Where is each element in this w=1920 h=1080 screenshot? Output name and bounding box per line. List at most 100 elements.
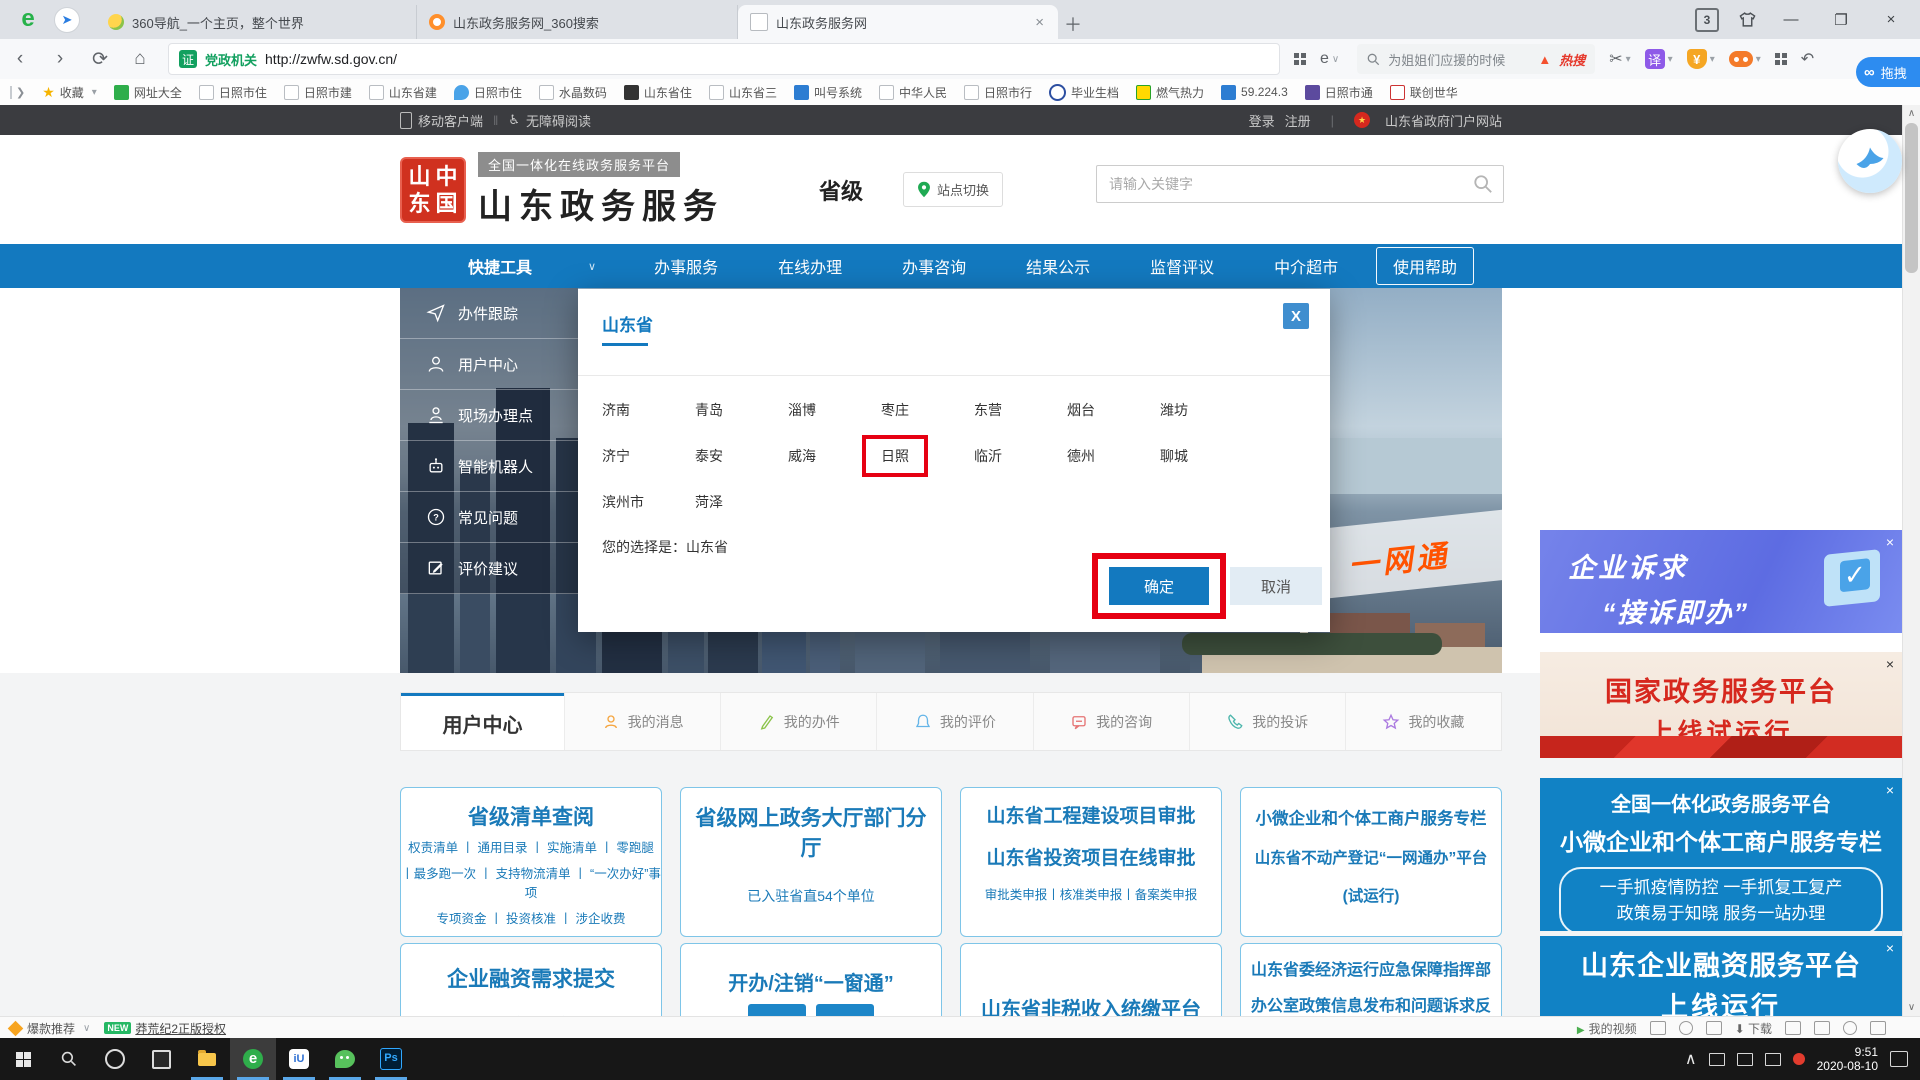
floating-bird-logo[interactable] (1838, 129, 1902, 193)
sidebar-item-robot[interactable]: 智能机器人 (400, 441, 578, 492)
taskbar-clock[interactable]: 9:51 2020-08-10 (1817, 1045, 1878, 1073)
tab-my-favorites[interactable]: 我的收藏 (1345, 693, 1501, 750)
card-checklist[interactable]: 省级清单查阅 权责清单 丨 通用目录 丨 实施清单 丨 零跑腿 丨最多跑一次 丨… (400, 787, 662, 937)
bookmark-item[interactable]: 水晶数码 (539, 84, 607, 101)
url-text[interactable]: http://zwfw.sd.gov.cn/ (265, 51, 397, 67)
hot-search-tag[interactable]: 热搜 (1559, 50, 1585, 69)
card-links[interactable]: 丨最多跑一次 丨 支持物流清单 丨 “一次办好”事项 (401, 865, 661, 903)
tab-my-messages[interactable]: 我的消息 (564, 693, 720, 750)
tab-my-reviews[interactable]: 我的评价 (876, 693, 1032, 750)
close-icon[interactable]: × (1886, 534, 1894, 550)
baidu-netdisk-drag-badge[interactable]: ∞ 拖拽 (1856, 57, 1920, 87)
iu-app-button[interactable]: iU (276, 1038, 322, 1080)
card-links[interactable]: 审批类申报丨核准类申报丨备案类申报 (961, 886, 1221, 905)
gov-portal-link[interactable]: 山东省政府门户网站 (1385, 111, 1502, 130)
close-icon[interactable]: × (1886, 940, 1894, 956)
bookmark-item[interactable]: 日照市住 (199, 84, 267, 101)
browser-360-button[interactable]: e (230, 1038, 276, 1080)
task-view-button[interactable] (138, 1038, 184, 1080)
city-qingdao[interactable]: 青岛 (695, 387, 788, 433)
city-jining[interactable]: 济宁 (602, 433, 695, 479)
modal-close-button[interactable]: X (1283, 303, 1309, 329)
favorites-menu[interactable]: ★ 收藏 ▾ (42, 84, 97, 101)
cancel-button[interactable]: 取消 (1230, 567, 1322, 605)
start-button[interactable] (0, 1038, 46, 1080)
login-link[interactable]: 登录 (1249, 111, 1275, 130)
bookmarks-panel-toggle-icon[interactable]: ❯ (10, 86, 25, 99)
city-liaocheng[interactable]: 聊城 (1160, 433, 1253, 479)
bookmark-item[interactable]: 联创世华 (1390, 84, 1458, 101)
taskbar-search-button[interactable] (46, 1038, 92, 1080)
bookmark-item[interactable]: 中华人民 (879, 84, 947, 101)
bookmark-item[interactable]: 日照市建 (284, 84, 352, 101)
site-switch-button[interactable]: 站点切换 (903, 172, 1003, 207)
site-brand[interactable]: 全国一体化在线政务服务平台 山东政务服务 (478, 152, 724, 228)
nav-quick-tools[interactable]: 快捷工具 (400, 254, 588, 278)
tab-user-center[interactable]: 用户中心 (401, 693, 564, 750)
usb-tray-icon[interactable] (1737, 1053, 1753, 1066)
tab-my-consults[interactable]: 我的咨询 (1033, 693, 1189, 750)
city-zibo[interactable]: 淄博 (788, 387, 881, 433)
accessible-reading-link[interactable]: 无障碍阅读 (526, 111, 591, 130)
city-taian[interactable]: 泰安 (695, 433, 788, 479)
nav-item-help[interactable]: 使用帮助 (1376, 247, 1474, 285)
site-category-label[interactable]: 党政机关 (205, 50, 257, 69)
sidebar-item-feedback[interactable]: 评价建议 (400, 543, 578, 594)
monitor-tray-icon[interactable] (1709, 1053, 1725, 1066)
my-video-button[interactable]: ▶我的视频 (1577, 1020, 1637, 1037)
speed-dial-icon[interactable]: ➤ (54, 7, 80, 33)
window-tool-icon[interactable] (1785, 1021, 1801, 1035)
bookmark-item[interactable]: 59.224.3 (1221, 85, 1288, 100)
bookmark-item[interactable]: 网址大全 (114, 84, 182, 101)
card-one-window[interactable]: 开办/注销“一窗通” (680, 943, 942, 1016)
tab-zwfw-active[interactable]: 山东政务服务网 × (738, 5, 1058, 39)
file-explorer-button[interactable] (184, 1038, 230, 1080)
sidebar-item-service-points[interactable]: 现场办理点 (400, 390, 578, 441)
card-links[interactable]: 专项资金 丨 投资核准 丨 涉企收费 (401, 910, 661, 929)
card-chip-button[interactable] (816, 1004, 874, 1016)
site-search-input[interactable] (1097, 176, 1473, 192)
banner-enterprise-appeal[interactable]: × 企业诉求 “接诉即办” (1540, 530, 1902, 633)
sidebar-item-user-center[interactable]: 用户中心 (400, 339, 578, 390)
card-small-business[interactable]: 小微企业和个体工商户服务专栏 山东省不动产登记“一网通办”平台 (试运行) (1240, 787, 1502, 937)
back-icon[interactable]: ‹ (0, 48, 40, 70)
apps-grid-icon[interactable] (1294, 53, 1306, 65)
game-center-icon[interactable] (1729, 51, 1753, 67)
sidebar-item-faq[interactable]: ? 常见问题 (400, 492, 578, 543)
monitor-tool-icon[interactable] (1814, 1021, 1830, 1035)
hot-search-text[interactable]: 为姐姐们应援的时候 (1388, 50, 1530, 69)
download-manager-button[interactable]: ⬇ 下载 (1735, 1020, 1772, 1037)
city-binzhou[interactable]: 滨州市 (602, 479, 695, 525)
bookmark-item[interactable]: 日照市住 (454, 84, 522, 101)
city-rizhao-highlighted[interactable]: 日照 (881, 433, 974, 479)
confirm-button[interactable]: 确定 (1109, 567, 1209, 605)
tab-360-nav[interactable]: 360导航_一个主页，整个世界 (96, 5, 417, 39)
bookmark-item[interactable]: 山东省三 (709, 84, 777, 101)
browser-360-logo-icon[interactable]: e (16, 8, 40, 32)
game-promo-link[interactable]: 莽荒纪2正版授权 (135, 1020, 226, 1037)
wallet-shield-icon[interactable]: ¥ (1687, 49, 1707, 69)
forward-icon[interactable]: › (40, 48, 80, 70)
restore-button[interactable]: ❐ (1826, 11, 1856, 29)
city-weifang[interactable]: 潍坊 (1160, 387, 1253, 433)
promo-label[interactable]: 爆款推荐 (27, 1020, 75, 1037)
card-chip-button[interactable] (748, 1004, 806, 1016)
scissors-dropdown-icon[interactable]: ▾ (1626, 54, 1631, 65)
city-jinan[interactable]: 济南 (602, 387, 695, 433)
mode-dropdown-icon[interactable]: ∨ (1332, 54, 1339, 65)
city-dongying[interactable]: 东营 (974, 387, 1067, 433)
browser-search-box[interactable]: 为姐姐们应援的时候 ▲ 热搜 (1357, 44, 1595, 74)
menu-icon[interactable] (1870, 1021, 1886, 1035)
nav-item-supervise[interactable]: 监督评议 (1150, 254, 1214, 278)
game-dropdown-icon[interactable]: ▾ (1756, 54, 1761, 65)
bookmark-item[interactable]: 叫号系统 (794, 84, 862, 101)
card-nontax[interactable]: 山东省非税收入统缴平台 (960, 943, 1222, 1016)
recently-closed-icon[interactable]: ↶ (1801, 49, 1814, 69)
tab-360-search[interactable]: 山东政务服务网_360搜索 (417, 5, 738, 39)
tab-my-items[interactable]: 我的办件 (720, 693, 876, 750)
action-center-icon[interactable] (1890, 1051, 1908, 1067)
card-emergency-office[interactable]: 山东省委经济运行应急保障指挥部 办公室政策信息发布和问题诉求反 (1240, 943, 1502, 1016)
refresh-tool-icon[interactable] (1679, 1021, 1693, 1035)
skin-icon[interactable] (1739, 12, 1756, 27)
nav-item-agency[interactable]: 中介超市 (1274, 254, 1338, 278)
